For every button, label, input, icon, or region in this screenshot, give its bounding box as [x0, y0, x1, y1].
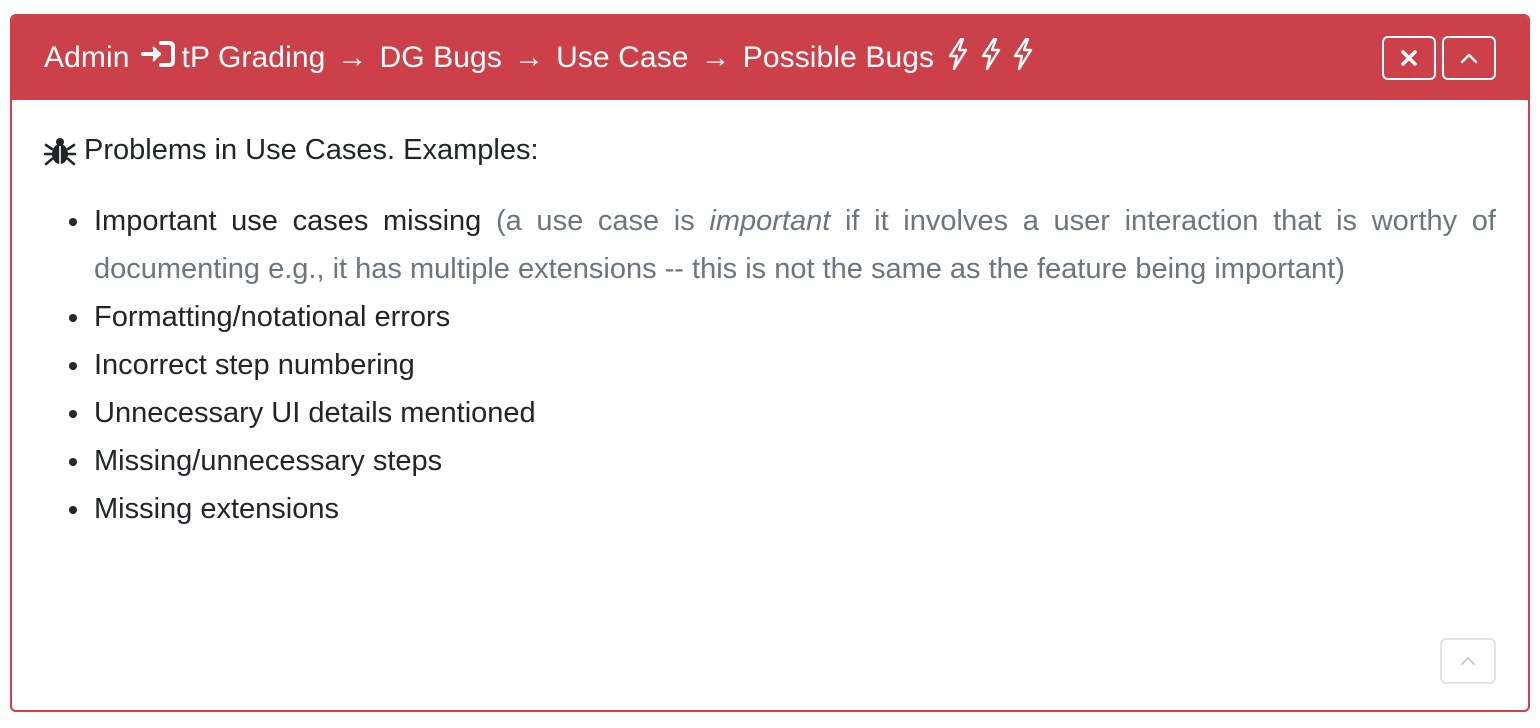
- scroll-top-button[interactable]: [1440, 638, 1496, 684]
- chevron-up-icon: [1461, 657, 1475, 665]
- collapse-button[interactable]: [1442, 36, 1496, 80]
- bolts-group: [946, 37, 1035, 78]
- close-icon: [1401, 50, 1417, 66]
- list-item-main: Incorrect step numbering: [94, 349, 415, 381]
- list-item: Unnecessary UI details mentioned: [92, 389, 1496, 437]
- list-item: Missing/unnecessary steps: [92, 437, 1496, 485]
- note-prefix: (a use case is: [495, 205, 710, 237]
- list-item: Important use cases missing (a use case …: [92, 197, 1496, 293]
- list-item-main: Formatting/notational errors: [94, 301, 451, 333]
- list-item-main: Missing/unnecessary steps: [94, 445, 443, 477]
- breadcrumb-possible-bugs: Possible Bugs: [742, 41, 935, 74]
- list-item: Formatting/notational errors: [92, 293, 1496, 341]
- list-item-main: Unnecessary UI details mentioned: [94, 397, 536, 429]
- bug-icon: [44, 135, 76, 167]
- chevron-up-icon: [1460, 53, 1478, 64]
- breadcrumb-separator: →: [700, 41, 731, 74]
- list-item: Incorrect step numbering: [92, 341, 1496, 389]
- list-item-main: Important use cases missing: [94, 205, 482, 237]
- bolt-icon: [1013, 37, 1033, 71]
- breadcrumb: Admin tP Grading → DG Bugs → Use Case → …: [44, 37, 1035, 78]
- list-item: Missing extensions: [92, 485, 1496, 533]
- close-button[interactable]: [1382, 36, 1436, 80]
- header-buttons: [1382, 36, 1496, 80]
- list-item-main: Missing extensions: [94, 493, 339, 525]
- bolt-icon: [981, 37, 1000, 71]
- breadcrumb-separator: →: [337, 41, 368, 74]
- breadcrumb-dg-bugs: DG Bugs: [379, 41, 502, 74]
- panel-body: Problems in Use Cases. Examples: Importa…: [12, 100, 1528, 533]
- breadcrumb-tp-grading: tP Grading: [181, 41, 326, 74]
- login-icon: [140, 39, 176, 77]
- intro-text: Problems in Use Cases. Examples:: [84, 134, 539, 166]
- possible-bugs-panel: Admin tP Grading → DG Bugs → Use Case → …: [10, 14, 1530, 712]
- note-emphasis: important: [709, 205, 831, 237]
- breadcrumb-admin: Admin: [44, 41, 130, 74]
- intro-line: Problems in Use Cases. Examples:: [44, 134, 1496, 167]
- breadcrumb-use-case: Use Case: [556, 41, 689, 74]
- bolt-icon: [948, 37, 968, 71]
- breadcrumb-separator: →: [513, 41, 545, 74]
- panel-header: Admin tP Grading → DG Bugs → Use Case → …: [12, 16, 1528, 100]
- bug-list: Important use cases missing (a use case …: [44, 197, 1496, 533]
